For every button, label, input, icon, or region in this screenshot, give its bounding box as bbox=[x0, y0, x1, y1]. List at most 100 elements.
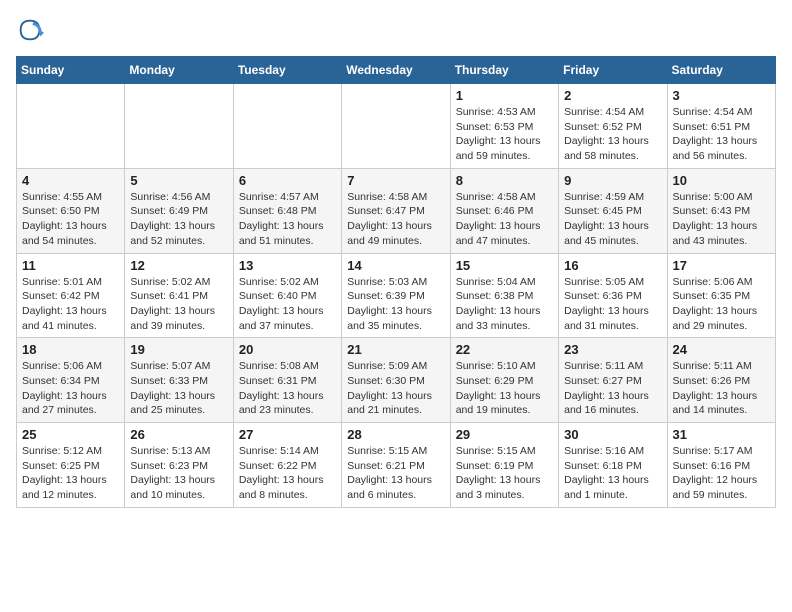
day-number: 28 bbox=[347, 427, 444, 442]
day-number: 2 bbox=[564, 88, 661, 103]
logo-icon bbox=[16, 16, 44, 44]
day-number: 12 bbox=[130, 258, 227, 273]
day-info: Sunrise: 5:10 AM Sunset: 6:29 PM Dayligh… bbox=[456, 359, 553, 418]
day-number: 14 bbox=[347, 258, 444, 273]
calendar-cell: 9Sunrise: 4:59 AM Sunset: 6:45 PM Daylig… bbox=[559, 168, 667, 253]
weekday-header: Friday bbox=[559, 57, 667, 84]
day-number: 18 bbox=[22, 342, 119, 357]
day-info: Sunrise: 5:06 AM Sunset: 6:34 PM Dayligh… bbox=[22, 359, 119, 418]
day-number: 10 bbox=[673, 173, 770, 188]
calendar-cell: 29 Sunrise: 5:15 AM Sunset: 6:19 PM Dayli… bbox=[450, 423, 558, 508]
day-info: Sunrise: 5:01 AM Sunset: 6:42 PM Dayligh… bbox=[22, 275, 119, 334]
day-number: 24 bbox=[673, 342, 770, 357]
calendar-cell: 27 Sunrise: 5:14 AM Sunset: 6:22 PM Dayli… bbox=[233, 423, 341, 508]
day-number: 21 bbox=[347, 342, 444, 357]
weekday-header: Monday bbox=[125, 57, 233, 84]
calendar-cell: 4 Sunrise: 4:55 AM Sunset: 6:50 PM Daylig… bbox=[17, 168, 125, 253]
day-info: Sunrise: 5:02 AM Sunset: 6:40 PM Dayligh… bbox=[239, 275, 336, 334]
day-info: Sunrise: 5:15 AM Sunset: 6:19 PM Dayligh… bbox=[456, 444, 553, 503]
day-number: 1 bbox=[456, 88, 553, 103]
day-info: Sunrise: 5:12 AM Sunset: 6:25 PM Dayligh… bbox=[22, 444, 119, 503]
calendar-cell: 30 Sunrise: 5:16 AM Sunset: 6:18 PM Dayli… bbox=[559, 423, 667, 508]
day-info: Sunrise: 5:11 AM Sunset: 6:27 PM Dayligh… bbox=[564, 359, 661, 418]
day-info: Sunrise: 5:00 AM Sunset: 6:43 PM Dayligh… bbox=[673, 190, 770, 249]
day-number: 11 bbox=[22, 258, 119, 273]
calendar-cell: 17 Sunrise: 5:06 AM Sunset: 6:35 PM Dayli… bbox=[667, 253, 775, 338]
calendar-cell: 19 Sunrise: 5:07 AM Sunset: 6:33 PM Dayli… bbox=[125, 338, 233, 423]
day-info: Sunrise: 5:16 AM Sunset: 6:18 PM Dayligh… bbox=[564, 444, 661, 503]
calendar-cell: 8 Sunrise: 4:58 AM Sunset: 6:46 PM Daylig… bbox=[450, 168, 558, 253]
calendar-cell: 6 Sunrise: 4:57 AM Sunset: 6:48 PM Daylig… bbox=[233, 168, 341, 253]
weekday-header: Sunday bbox=[17, 57, 125, 84]
day-number: 13 bbox=[239, 258, 336, 273]
day-info: Sunrise: 5:09 AM Sunset: 6:30 PM Dayligh… bbox=[347, 359, 444, 418]
day-info: Sunrise: 4:56 AM Sunset: 6:49 PM Dayligh… bbox=[130, 190, 227, 249]
calendar-cell: 13 Sunrise: 5:02 AM Sunset: 6:40 PM Dayli… bbox=[233, 253, 341, 338]
calendar-cell: 11 Sunrise: 5:01 AM Sunset: 6:42 PM Dayli… bbox=[17, 253, 125, 338]
calendar-cell: 22 Sunrise: 5:10 AM Sunset: 6:29 PM Dayli… bbox=[450, 338, 558, 423]
day-number: 30 bbox=[564, 427, 661, 442]
calendar-cell: 18 Sunrise: 5:06 AM Sunset: 6:34 PM Dayli… bbox=[17, 338, 125, 423]
page-header bbox=[16, 16, 776, 48]
logo bbox=[16, 16, 46, 44]
calendar-cell: 28 Sunrise: 5:15 AM Sunset: 6:21 PM Dayli… bbox=[342, 423, 450, 508]
day-info: Sunrise: 5:17 AM Sunset: 6:16 PM Dayligh… bbox=[673, 444, 770, 503]
calendar-cell: 12 Sunrise: 5:02 AM Sunset: 6:41 PM Dayli… bbox=[125, 253, 233, 338]
day-info: Sunrise: 4:53 AM Sunset: 6:53 PM Dayligh… bbox=[456, 105, 553, 164]
calendar-cell: 2Sunrise: 4:54 AM Sunset: 6:52 PM Daylig… bbox=[559, 84, 667, 169]
calendar-cell: 15Sunrise: 5:04 AM Sunset: 6:38 PM Dayli… bbox=[450, 253, 558, 338]
calendar-cell: 21 Sunrise: 5:09 AM Sunset: 6:30 PM Dayli… bbox=[342, 338, 450, 423]
calendar-cell: 23Sunrise: 5:11 AM Sunset: 6:27 PM Dayli… bbox=[559, 338, 667, 423]
weekday-header: Saturday bbox=[667, 57, 775, 84]
weekday-header: Wednesday bbox=[342, 57, 450, 84]
day-number: 22 bbox=[456, 342, 553, 357]
calendar-cell: 16 Sunrise: 5:05 AM Sunset: 6:36 PM Dayli… bbox=[559, 253, 667, 338]
day-number: 5 bbox=[130, 173, 227, 188]
day-number: 20 bbox=[239, 342, 336, 357]
day-number: 27 bbox=[239, 427, 336, 442]
day-info: Sunrise: 5:14 AM Sunset: 6:22 PM Dayligh… bbox=[239, 444, 336, 503]
calendar-cell: 3 Sunrise: 4:54 AM Sunset: 6:51 PM Daylig… bbox=[667, 84, 775, 169]
calendar-cell bbox=[125, 84, 233, 169]
day-number: 19 bbox=[130, 342, 227, 357]
day-info: Sunrise: 5:11 AM Sunset: 6:26 PM Dayligh… bbox=[673, 359, 770, 418]
day-info: Sunrise: 5:13 AM Sunset: 6:23 PM Dayligh… bbox=[130, 444, 227, 503]
calendar-table: SundayMondayTuesdayWednesdayThursdayFrid… bbox=[16, 56, 776, 508]
day-number: 9 bbox=[564, 173, 661, 188]
day-number: 25 bbox=[22, 427, 119, 442]
day-info: Sunrise: 4:54 AM Sunset: 6:51 PM Dayligh… bbox=[673, 105, 770, 164]
day-info: Sunrise: 5:03 AM Sunset: 6:39 PM Dayligh… bbox=[347, 275, 444, 334]
day-info: Sunrise: 5:06 AM Sunset: 6:35 PM Dayligh… bbox=[673, 275, 770, 334]
day-number: 4 bbox=[22, 173, 119, 188]
calendar-cell: 20Sunrise: 5:08 AM Sunset: 6:31 PM Dayli… bbox=[233, 338, 341, 423]
calendar-cell: 5 Sunrise: 4:56 AM Sunset: 6:49 PM Daylig… bbox=[125, 168, 233, 253]
weekday-header: Tuesday bbox=[233, 57, 341, 84]
calendar-cell: 31 Sunrise: 5:17 AM Sunset: 6:16 PM Dayli… bbox=[667, 423, 775, 508]
calendar-cell: 25 Sunrise: 5:12 AM Sunset: 6:25 PM Dayli… bbox=[17, 423, 125, 508]
calendar-cell: 24 Sunrise: 5:11 AM Sunset: 6:26 PM Dayli… bbox=[667, 338, 775, 423]
calendar-cell: 1 Sunrise: 4:53 AM Sunset: 6:53 PM Daylig… bbox=[450, 84, 558, 169]
day-number: 6 bbox=[239, 173, 336, 188]
day-info: Sunrise: 5:07 AM Sunset: 6:33 PM Dayligh… bbox=[130, 359, 227, 418]
day-number: 15 bbox=[456, 258, 553, 273]
day-number: 17 bbox=[673, 258, 770, 273]
day-number: 26 bbox=[130, 427, 227, 442]
day-info: Sunrise: 4:58 AM Sunset: 6:47 PM Dayligh… bbox=[347, 190, 444, 249]
weekday-header: Thursday bbox=[450, 57, 558, 84]
day-info: Sunrise: 4:58 AM Sunset: 6:46 PM Dayligh… bbox=[456, 190, 553, 249]
calendar-cell: 26 Sunrise: 5:13 AM Sunset: 6:23 PM Dayli… bbox=[125, 423, 233, 508]
day-info: Sunrise: 4:57 AM Sunset: 6:48 PM Dayligh… bbox=[239, 190, 336, 249]
day-number: 29 bbox=[456, 427, 553, 442]
calendar-cell: 7Sunrise: 4:58 AM Sunset: 6:47 PM Daylig… bbox=[342, 168, 450, 253]
calendar-cell bbox=[233, 84, 341, 169]
day-info: Sunrise: 5:02 AM Sunset: 6:41 PM Dayligh… bbox=[130, 275, 227, 334]
calendar-header: SundayMondayTuesdayWednesdayThursdayFrid… bbox=[17, 57, 776, 84]
day-number: 16 bbox=[564, 258, 661, 273]
day-number: 3 bbox=[673, 88, 770, 103]
day-info: Sunrise: 5:05 AM Sunset: 6:36 PM Dayligh… bbox=[564, 275, 661, 334]
day-number: 31 bbox=[673, 427, 770, 442]
day-info: Sunrise: 4:55 AM Sunset: 6:50 PM Dayligh… bbox=[22, 190, 119, 249]
day-info: Sunrise: 5:15 AM Sunset: 6:21 PM Dayligh… bbox=[347, 444, 444, 503]
day-number: 8 bbox=[456, 173, 553, 188]
calendar-cell: 10 Sunrise: 5:00 AM Sunset: 6:43 PM Dayli… bbox=[667, 168, 775, 253]
